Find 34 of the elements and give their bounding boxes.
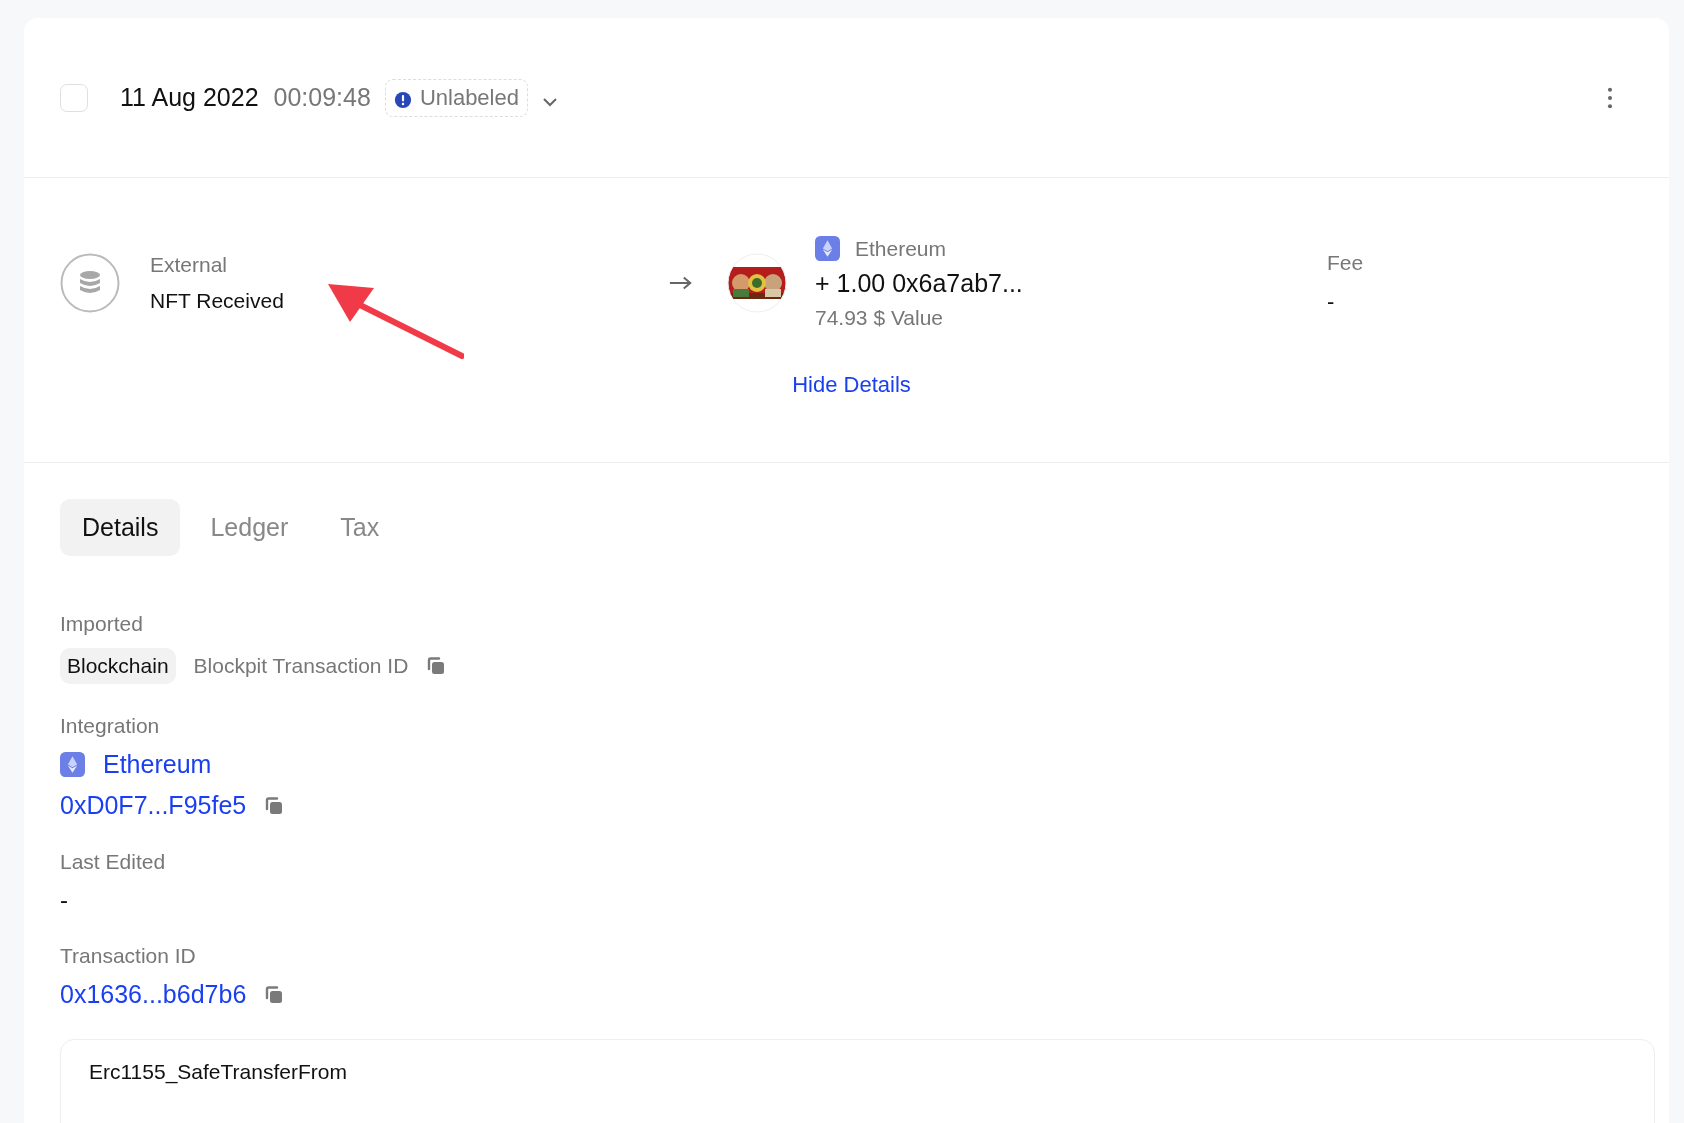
fee-value: - xyxy=(1327,289,1336,315)
ethereum-icon xyxy=(815,236,840,261)
tab[interactable]: Ledger xyxy=(188,499,311,556)
more-icon[interactable] xyxy=(1607,86,1613,109)
field-label: Transaction ID xyxy=(60,944,197,968)
database-icon xyxy=(60,253,120,313)
date-text: 11 Aug 2022 xyxy=(120,83,259,112)
transaction-type: NFT Received xyxy=(150,289,284,313)
network-name: Ethereum xyxy=(855,236,947,261)
field-value: - xyxy=(60,886,69,914)
fee-label: Fee xyxy=(1327,251,1364,275)
source-tag: Blockchain xyxy=(60,648,176,684)
transaction-id-link[interactable]: 0x1636...b6d7b6 xyxy=(60,980,247,1009)
copy-icon[interactable] xyxy=(264,795,285,816)
field-label: Imported xyxy=(60,612,144,636)
label-dropdown[interactable]: Unlabeled xyxy=(384,78,528,117)
integration-link[interactable]: Ethereum xyxy=(103,750,212,779)
copy-icon[interactable] xyxy=(426,656,447,676)
tab[interactable]: Tax xyxy=(318,499,402,556)
time-text: 00:09:48 xyxy=(273,83,371,112)
value-text: 74.93 $ Value xyxy=(815,306,945,330)
copy-icon[interactable] xyxy=(264,984,285,1005)
arrow-right-icon xyxy=(669,275,693,291)
ethereum-icon xyxy=(60,752,85,777)
method-name: Erc1155_SafeTransferFrom xyxy=(89,1060,348,1084)
field-label: Last Edited xyxy=(60,850,167,874)
checkbox[interactable] xyxy=(60,83,88,112)
tab[interactable]: Details xyxy=(60,499,181,556)
source-type: External xyxy=(150,253,229,277)
address-link[interactable]: 0xD0F7...F95fe5 xyxy=(60,791,247,820)
hide-details-link[interactable]: Hide Details xyxy=(792,372,911,398)
field-label: Integration xyxy=(60,714,161,738)
field-text: Blockpit Transaction ID xyxy=(193,654,409,678)
amount-text: + 1.00 0x6a7ab7... xyxy=(815,269,1024,298)
